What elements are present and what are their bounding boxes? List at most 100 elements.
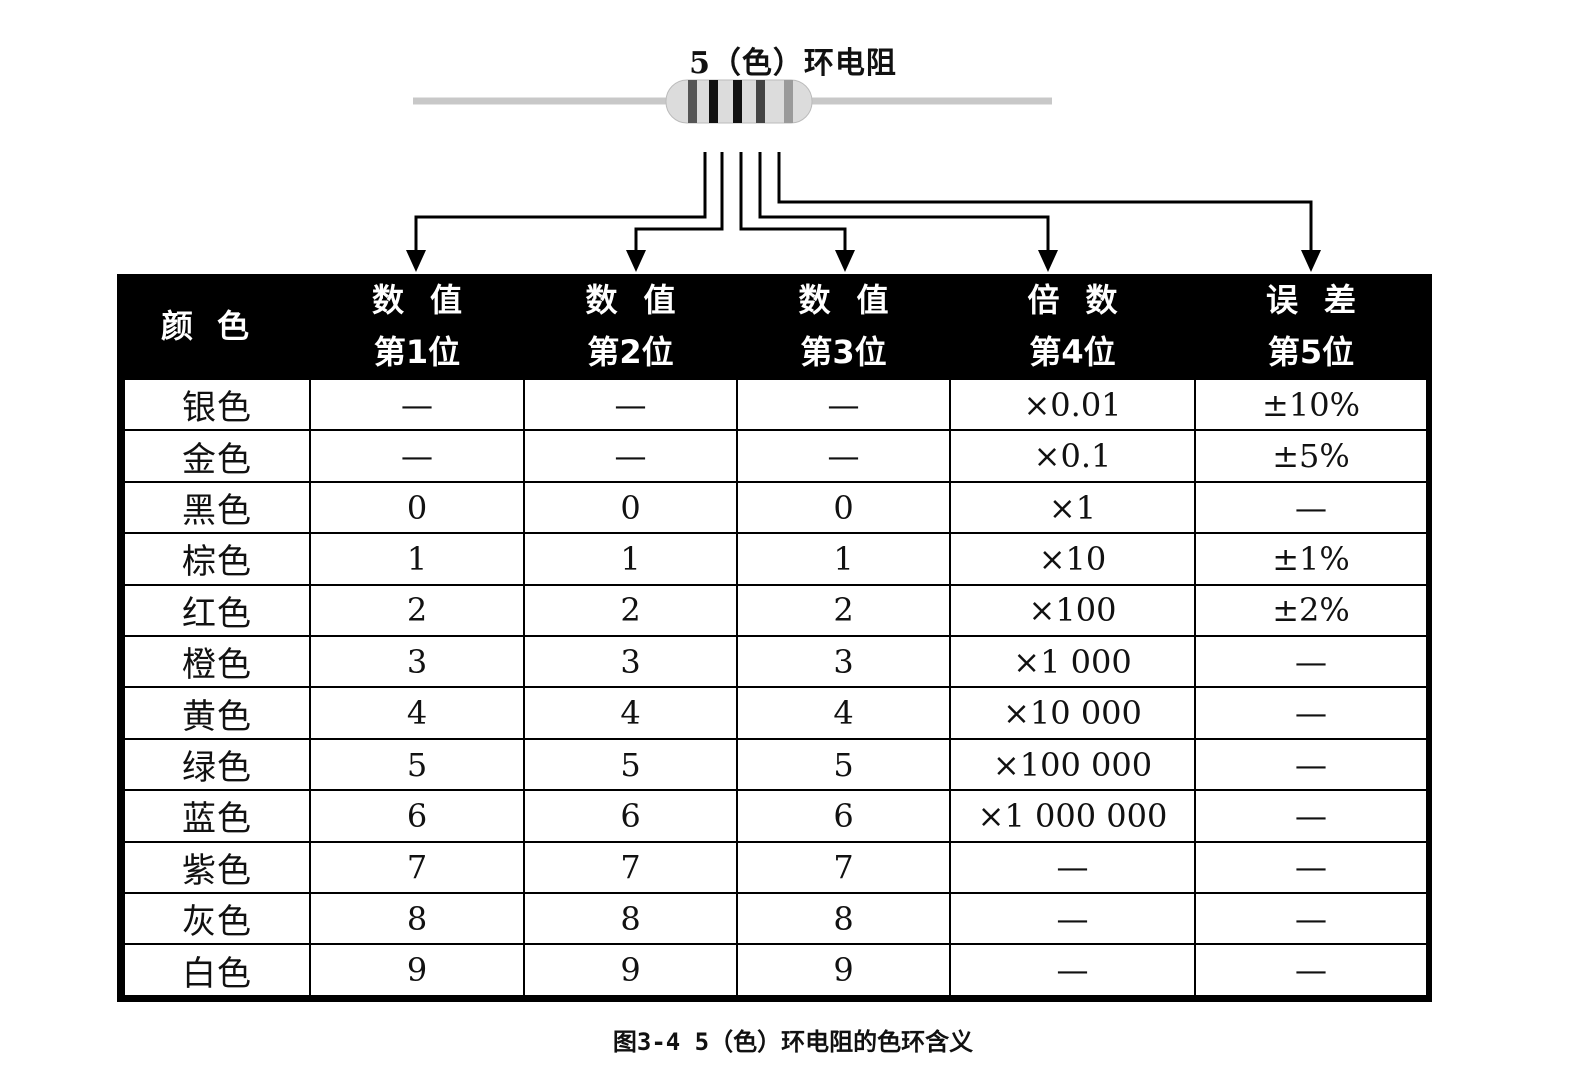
cell-digit-2: 1 xyxy=(523,532,738,586)
table-row: 黑色 0 0 0 ×1— xyxy=(123,480,1428,535)
cell-color-name: 金色 xyxy=(123,429,311,483)
cell-digit-1: 7 xyxy=(309,840,525,895)
resistor-band-2 xyxy=(709,80,718,123)
cell-color-name: 黑色 xyxy=(123,480,311,535)
cell-multiplier: ×1 000 000 xyxy=(949,789,1196,843)
cell-digit-2: — xyxy=(523,377,738,432)
color-code-table: 颜色 数值 第1位 数值 第2位 数值 第3位 倍数 第4位 误差 第5位 银色… xyxy=(123,274,1428,997)
cell-digit-2: 0 xyxy=(523,480,738,535)
cell-color-name: 银色 xyxy=(123,377,311,432)
table-row: 橙色 3 3 3 ×1 000— xyxy=(123,635,1428,689)
table-row: 紫色 7 7 7— — xyxy=(123,840,1428,895)
header-digit-1: 数值 第1位 xyxy=(310,274,524,379)
cell-multiplier: ×1 000 xyxy=(949,635,1196,689)
figure-caption: 图3-4 5（色）环电阻的色环含义 xyxy=(612,1028,974,1056)
cell-digit-2: 4 xyxy=(523,686,738,740)
cell-multiplier: — xyxy=(949,943,1196,997)
header-digit-3: 数值 第3位 xyxy=(737,274,950,379)
cell-color-name: 紫色 xyxy=(123,840,311,895)
cell-digit-1: 8 xyxy=(309,892,525,946)
cell-digit-1: 4 xyxy=(309,686,525,740)
cell-color-name: 棕色 xyxy=(123,532,311,586)
cell-tolerance: — xyxy=(1194,480,1428,535)
resistor-band-4 xyxy=(756,80,765,123)
table-header-row: 颜色 数值 第1位 数值 第2位 数值 第3位 倍数 第4位 误差 第5位 xyxy=(124,274,1427,379)
cell-color-name: 黄色 xyxy=(123,686,311,740)
cell-digit-3: — xyxy=(736,377,951,432)
cell-digit-3: 6 xyxy=(736,789,951,843)
cell-digit-3: 8 xyxy=(736,892,951,946)
cell-color-name: 红色 xyxy=(123,583,311,638)
cell-color-name: 橙色 xyxy=(123,635,311,689)
cell-digit-2: 7 xyxy=(523,840,738,895)
cell-multiplier: ×10 000 xyxy=(949,686,1196,740)
cell-tolerance: — xyxy=(1194,840,1428,895)
cell-color-name: 灰色 xyxy=(123,892,311,946)
cell-color-name: 蓝色 xyxy=(123,789,311,843)
cell-digit-2: 2 xyxy=(523,583,738,638)
header-color: 颜色 xyxy=(124,274,310,379)
cell-digit-1: — xyxy=(309,377,525,432)
cell-multiplier: ×100 000 xyxy=(949,737,1196,792)
cell-multiplier: ×100 xyxy=(949,583,1196,638)
color-code-table-frame: 颜色 数值 第1位 数值 第2位 数值 第3位 倍数 第4位 误差 第5位 银色… xyxy=(117,274,1432,1002)
cell-tolerance: ±10% xyxy=(1194,377,1428,432)
table-row: 红色 2 2 2 ×100 ±2% xyxy=(123,583,1428,638)
table-row: 棕色 1 1 1 ×10 ±1% xyxy=(123,532,1428,586)
cell-multiplier: ×1 xyxy=(949,480,1196,535)
arrow-band-3 xyxy=(835,250,855,272)
connector-band-2 xyxy=(634,152,724,262)
cell-tolerance: ±5% xyxy=(1194,429,1428,483)
cell-digit-1: 2 xyxy=(309,583,525,638)
header-tolerance: 误差 第5位 xyxy=(1195,274,1427,379)
table-row: 绿色 5 5 5 ×100 000— xyxy=(123,737,1428,792)
arrow-band-1 xyxy=(406,250,426,272)
table-row: 蓝色 6 6 6 ×1 000 000— xyxy=(123,789,1428,843)
cell-digit-1: 3 xyxy=(309,635,525,689)
table-row: 银色 — — — ×0.01 ±10% xyxy=(123,377,1428,432)
resistor-band-5 xyxy=(784,80,793,123)
cell-multiplier: ×0.01 xyxy=(949,377,1196,432)
resistor-band-1 xyxy=(688,80,697,123)
table-row: 白色 9 9 9— — xyxy=(123,943,1428,997)
header-digit-2: 数值 第2位 xyxy=(524,274,737,379)
cell-color-name: 白色 xyxy=(123,943,311,997)
cell-digit-3: 4 xyxy=(736,686,951,740)
cell-digit-3: 7 xyxy=(736,840,951,895)
cell-digit-2: 9 xyxy=(523,943,738,997)
arrow-band-5 xyxy=(1301,250,1321,272)
cell-digit-2: 3 xyxy=(523,635,738,689)
cell-multiplier: ×10 xyxy=(949,532,1196,586)
cell-tolerance: — xyxy=(1194,789,1428,843)
cell-digit-2: 6 xyxy=(523,789,738,843)
cell-digit-3: 3 xyxy=(736,635,951,689)
cell-digit-3: 0 xyxy=(736,480,951,535)
cell-digit-2: 8 xyxy=(523,892,738,946)
cell-multiplier: ×0.1 xyxy=(949,429,1196,483)
cell-digit-3: 1 xyxy=(736,532,951,586)
header-multiplier: 倍数 第4位 xyxy=(950,274,1195,379)
cell-digit-3: 5 xyxy=(736,737,951,792)
cell-digit-1: 9 xyxy=(309,943,525,997)
cell-digit-1: — xyxy=(309,429,525,483)
arrow-band-2 xyxy=(626,250,646,272)
resistor-band-3 xyxy=(733,80,742,123)
table-row: 金色 — — — ×0.1 ±5% xyxy=(123,429,1428,483)
cell-tolerance: — xyxy=(1194,943,1428,997)
connector-band-5 xyxy=(777,152,1313,262)
table-row: 灰色 8 8 8— — xyxy=(123,892,1428,946)
cell-tolerance: ±1% xyxy=(1194,532,1428,586)
cell-tolerance: — xyxy=(1194,737,1428,792)
arrow-band-4 xyxy=(1038,250,1058,272)
cell-multiplier: — xyxy=(949,892,1196,946)
cell-digit-2: 5 xyxy=(523,737,738,792)
cell-multiplier: — xyxy=(949,840,1196,895)
cell-tolerance: ±2% xyxy=(1194,583,1428,638)
cell-color-name: 绿色 xyxy=(123,737,311,792)
cell-digit-1: 0 xyxy=(309,480,525,535)
cell-digit-1: 5 xyxy=(309,737,525,792)
connector-band-3 xyxy=(739,152,847,262)
cell-tolerance: — xyxy=(1194,892,1428,946)
connector-band-1 xyxy=(414,152,707,262)
cell-digit-3: — xyxy=(736,429,951,483)
